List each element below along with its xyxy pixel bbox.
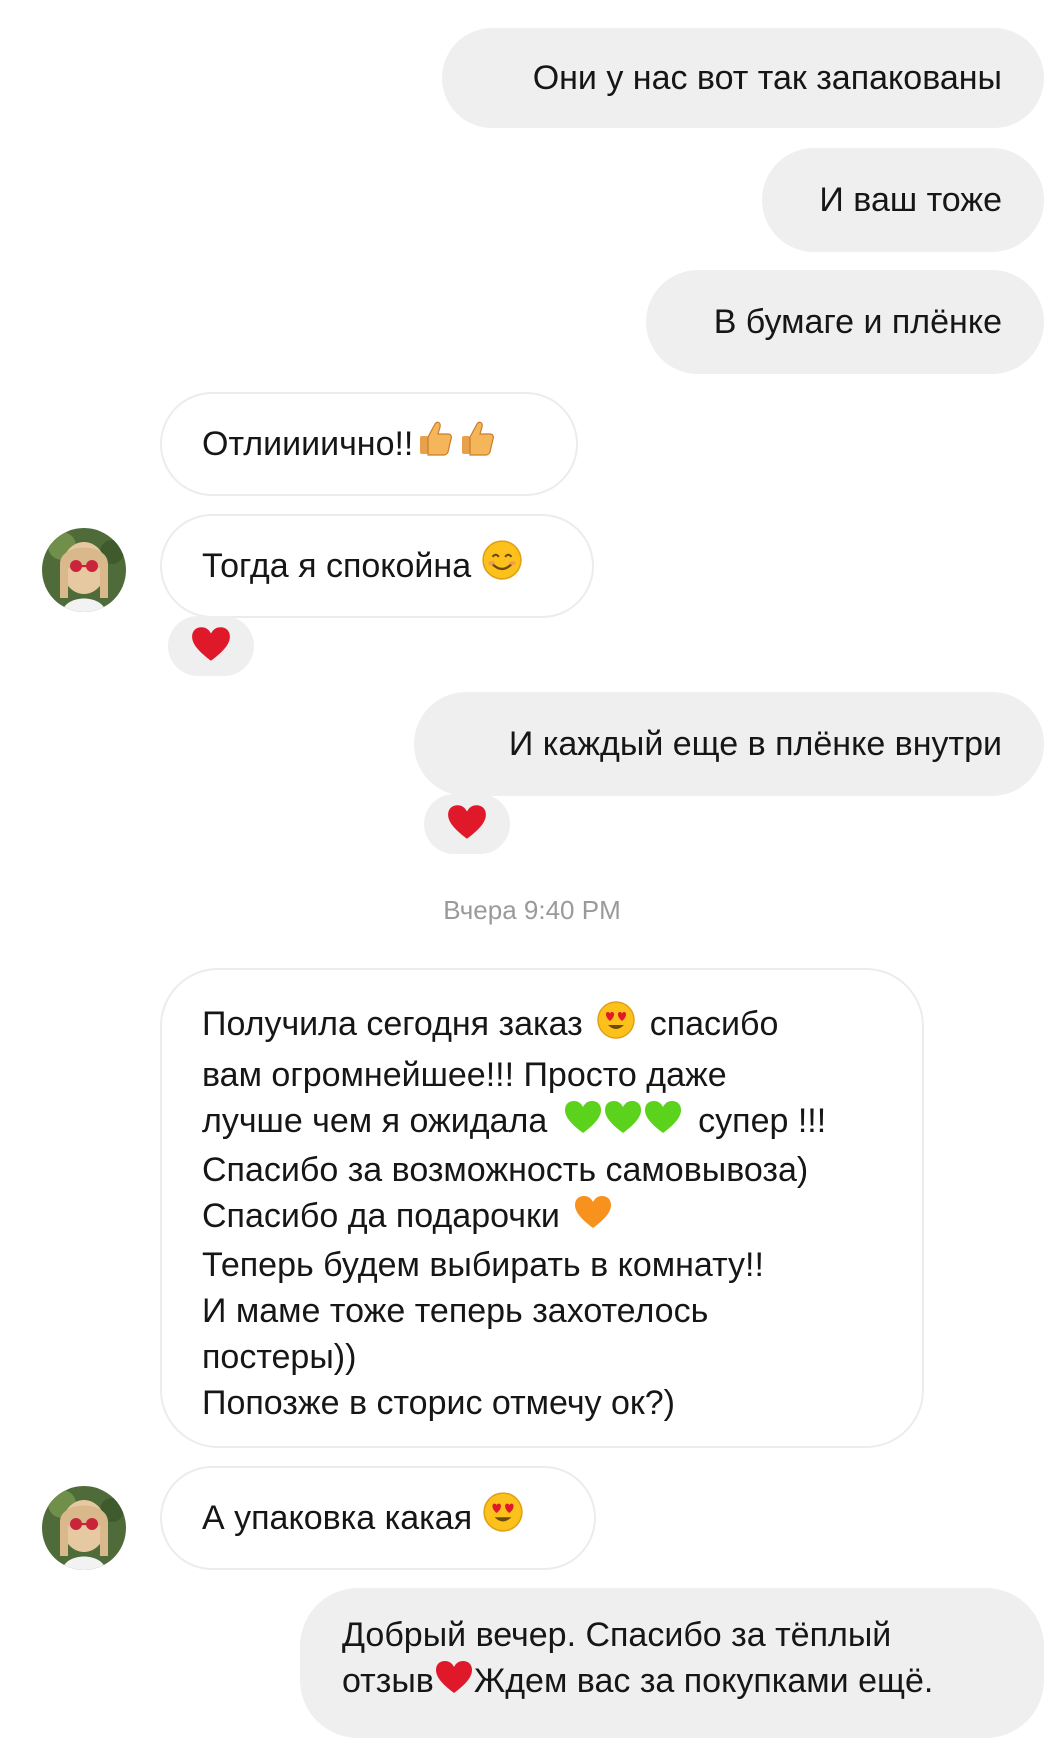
green-heart-icon	[643, 1099, 683, 1147]
incoming-message[interactable]: Отлиииично!!	[160, 392, 578, 496]
message-line: Спасибо за возможность самовывоза)	[202, 1151, 809, 1190]
incoming-message[interactable]: Тогда я спокойна	[160, 514, 594, 618]
outgoing-message[interactable]: Добрый вечер. Спасибо за тёплый отзыв Жд…	[300, 1588, 1044, 1738]
message-line: Попозже в сторис отмечу ок?)	[202, 1384, 675, 1423]
reaction-badge[interactable]	[424, 794, 510, 854]
red-heart-icon	[190, 625, 232, 668]
message-text: Тогда я спокойна	[202, 547, 472, 585]
red-heart-icon	[434, 1659, 474, 1707]
timestamp: Вчера 9:40 PM	[443, 895, 621, 925]
outgoing-message[interactable]: Они у нас вот так запакованы	[442, 28, 1044, 128]
heart-eyes-face-icon	[482, 1491, 524, 1545]
message-text: И ваш тоже	[819, 181, 1002, 219]
message-line: отзыв Ждем вас за покупками ещё.	[342, 1658, 1002, 1707]
outgoing-message[interactable]: В бумаге и плёнке	[646, 270, 1044, 374]
message-text: И каждый еще в плёнке внутри	[508, 725, 1002, 763]
message-line: И маме тоже теперь захотелось	[202, 1292, 709, 1331]
message-text: Отлиииично!!	[202, 425, 414, 463]
outgoing-message[interactable]: И каждый еще в плёнке внутри	[414, 692, 1044, 796]
message-line: постеры))	[202, 1338, 357, 1377]
smiling-face-icon	[481, 539, 523, 593]
message-text: А упаковка какая	[202, 1499, 473, 1537]
thumbs-up-icon	[417, 418, 453, 470]
avatar[interactable]	[42, 1486, 126, 1570]
message-line: лучше чем я ожидала супер !!!	[202, 1098, 882, 1147]
avatar[interactable]	[42, 528, 126, 612]
outgoing-message[interactable]: И ваш тоже	[762, 148, 1044, 252]
message-line: Спасибо да подарочки	[202, 1193, 882, 1242]
thumbs-up-icon	[459, 418, 495, 470]
message-line: Добрый вечер. Спасибо за тёплый	[342, 1616, 892, 1654]
message-text: Они у нас вот так запакованы	[532, 59, 1002, 97]
red-heart-icon	[446, 803, 488, 846]
green-heart-icon	[603, 1099, 643, 1147]
reaction-badge[interactable]	[168, 616, 254, 676]
heart-eyes-face-icon	[596, 1000, 636, 1052]
message-line: Теперь будем выбирать в комнату!!	[202, 1246, 764, 1285]
incoming-message[interactable]: А упаковка какая	[160, 1466, 596, 1570]
orange-heart-icon	[573, 1194, 613, 1242]
message-line: вам огромнейшее!!! Просто даже	[202, 1056, 727, 1094]
message-text: В бумаге и плёнке	[713, 303, 1002, 341]
message-line: Получила сегодня заказ спасибо	[202, 1000, 882, 1052]
incoming-message[interactable]: Получила сегодня заказ спасибо вам огром…	[160, 968, 924, 1448]
green-heart-icon	[563, 1099, 603, 1147]
